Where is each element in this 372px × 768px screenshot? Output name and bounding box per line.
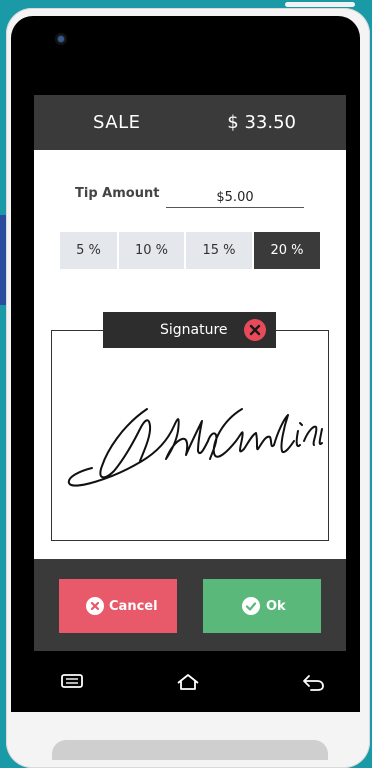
signature-header: Signature (103, 312, 276, 348)
cancel-label: Cancel (109, 599, 158, 614)
camera-icon (55, 33, 67, 45)
menu-icon[interactable] (60, 672, 84, 690)
sale-amount: $ 33.50 (227, 112, 296, 133)
tip-amount-input[interactable] (166, 187, 304, 208)
signature-label: Signature (160, 322, 228, 338)
android-nav-bar (34, 670, 346, 700)
signature-drawing (67, 408, 323, 487)
tip-15-percent-button[interactable]: 15 % (186, 232, 252, 269)
device-bottom-edge (52, 740, 328, 760)
tip-10-percent-button[interactable]: 10 % (119, 232, 184, 269)
tip-5-percent-button[interactable]: 5 % (60, 232, 117, 269)
home-icon[interactable] (175, 672, 201, 692)
action-bar: Cancel Ok (34, 559, 346, 651)
payment-app: SALE $ 33.50 Tip Amount 5 % 10 % 15 % 20… (34, 95, 346, 651)
clear-signature-button[interactable] (244, 319, 266, 341)
close-icon (249, 324, 261, 336)
check-icon (242, 597, 260, 615)
signature-pad[interactable] (51, 330, 329, 541)
tip-percent-group: 5 % 10 % 15 % 20 % (60, 232, 320, 269)
tip-20-percent-button[interactable]: 20 % (254, 232, 320, 269)
sale-header: SALE $ 33.50 (34, 95, 346, 150)
sale-title: SALE (93, 112, 141, 133)
cancel-button[interactable]: Cancel (59, 579, 177, 633)
ok-button[interactable]: Ok (203, 579, 321, 633)
device-edge (285, 2, 355, 7)
tip-amount-label: Tip Amount (75, 186, 160, 201)
back-icon[interactable] (301, 672, 325, 692)
cancel-icon (86, 597, 104, 615)
ok-label: Ok (266, 599, 286, 614)
